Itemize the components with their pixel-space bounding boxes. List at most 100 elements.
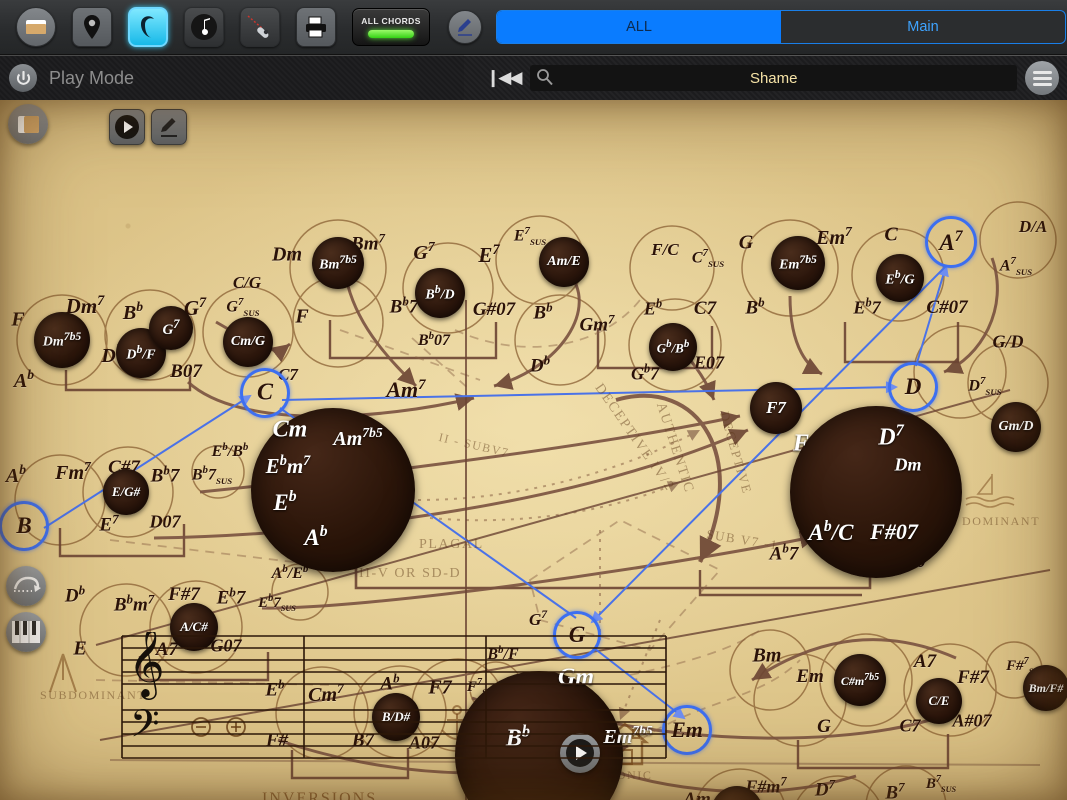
- chord-label[interactable]: D/A: [1019, 217, 1047, 237]
- chord-bubble[interactable]: Bb/D: [415, 268, 465, 318]
- chord-bubble[interactable]: Bm7b5: [312, 237, 364, 289]
- search-field[interactable]: Shame: [530, 65, 1017, 91]
- chord-label[interactable]: C#07: [926, 297, 967, 319]
- selected-chord-label[interactable]: D: [905, 374, 922, 400]
- chord-label[interactable]: A7SUS: [1000, 255, 1032, 277]
- selected-chord-label[interactable]: B: [16, 513, 31, 539]
- loop-button[interactable]: [6, 566, 46, 606]
- chord-label[interactable]: Bb7: [151, 462, 180, 487]
- chord-bubble[interactable]: Cm/G: [223, 317, 273, 367]
- rewind-icon[interactable]: ❙◀◀: [486, 68, 520, 88]
- book-button[interactable]: [8, 104, 48, 144]
- chord-label[interactable]: Bm: [753, 645, 782, 668]
- key-area-chord-label[interactable]: Ab/C: [809, 518, 854, 546]
- menu-icon[interactable]: [1025, 61, 1059, 95]
- chord-label[interactable]: G7: [529, 608, 547, 630]
- key-area-chord-label[interactable]: Ebm7: [266, 453, 311, 479]
- pencil-icon[interactable]: [448, 10, 482, 44]
- key-area-chord-label[interactable]: Dm: [895, 455, 922, 476]
- chord-bubble[interactable]: G7: [149, 306, 193, 350]
- chord-label[interactable]: Bb: [533, 299, 552, 324]
- harmony-map[interactable]: DECEPTIVE IV/2 AUTHENTIC DECEPTIVE SUB V…: [0, 100, 1067, 800]
- chord-label[interactable]: Fm7: [55, 459, 91, 485]
- chord-label[interactable]: B7SUS: [926, 774, 956, 794]
- key-area-chord-label[interactable]: Ab: [304, 523, 327, 551]
- chord-label[interactable]: G: [739, 232, 753, 255]
- chord-label[interactable]: Gb7: [631, 362, 659, 385]
- chord-label[interactable]: Ab: [6, 462, 26, 488]
- chord-label[interactable]: Bb07: [418, 330, 450, 350]
- chord-label[interactable]: Eb7: [217, 584, 246, 609]
- chord-label[interactable]: D7: [815, 776, 835, 800]
- chord-label[interactable]: F/C: [651, 240, 678, 260]
- key-area-chord-label[interactable]: Am7b5: [333, 425, 382, 451]
- chord-c-icon[interactable]: [128, 7, 168, 47]
- chord-label[interactable]: Gm7: [580, 311, 615, 336]
- key-area-chord-label[interactable]: Eb: [273, 488, 296, 516]
- chord-label[interactable]: C7: [694, 298, 716, 320]
- chord-label[interactable]: C: [884, 224, 897, 247]
- chord-label[interactable]: Bb7: [390, 293, 419, 318]
- all-chords-toggle[interactable]: ALL CHORDS: [352, 8, 430, 46]
- chord-label[interactable]: E07: [694, 353, 724, 374]
- chord-label[interactable]: Am7: [386, 377, 425, 403]
- key-area-chord-label[interactable]: D7: [878, 421, 904, 452]
- chord-bubble[interactable]: Bm/F#: [1023, 665, 1067, 711]
- selected-chord-label[interactable]: A7: [939, 228, 962, 256]
- chord-bubble[interactable]: Gb/Bb: [649, 323, 697, 371]
- chord-label[interactable]: F#7: [957, 667, 989, 689]
- chord-label[interactable]: C/G: [233, 273, 261, 293]
- key-area-circle[interactable]: [790, 406, 962, 578]
- chord-label[interactable]: Dm: [272, 244, 302, 267]
- edit-pencil-button[interactable]: [151, 109, 187, 145]
- chord-label[interactable]: A7: [914, 651, 936, 673]
- chord-label[interactable]: G#07: [473, 299, 515, 321]
- chord-label[interactable]: Bbm7: [114, 591, 154, 616]
- chord-label[interactable]: Db: [65, 582, 85, 607]
- music-note-icon[interactable]: [184, 7, 224, 47]
- chord-label[interactable]: G7SUS: [226, 296, 259, 318]
- tab-main[interactable]: Main: [781, 11, 1065, 43]
- chord-bubble[interactable]: Em7b5: [771, 236, 825, 290]
- chord-label[interactable]: C7: [899, 716, 920, 737]
- chord-label[interactable]: Eb: [644, 297, 662, 320]
- key-area-chord-label[interactable]: F#07: [870, 519, 918, 545]
- chord-label[interactable]: Em: [796, 666, 823, 688]
- chord-label[interactable]: F: [11, 309, 24, 332]
- laser-pointer-icon[interactable]: [240, 7, 280, 47]
- chord-bubble[interactable]: Eb/G: [876, 254, 924, 302]
- chord-label[interactable]: Eb7: [853, 296, 880, 319]
- chord-label[interactable]: C7SUS: [692, 247, 724, 269]
- chord-label[interactable]: Bb: [745, 294, 764, 319]
- chord-bubble[interactable]: F7: [750, 382, 802, 434]
- chord-label[interactable]: Bb7SUS: [192, 464, 232, 486]
- key-area-chord-label[interactable]: Cm: [273, 417, 308, 444]
- chord-label[interactable]: E7: [478, 242, 499, 268]
- printer-icon[interactable]: [296, 7, 336, 47]
- chord-label[interactable]: Ab7: [770, 540, 799, 565]
- chord-bubble[interactable]: Dm7b5: [34, 312, 90, 368]
- chord-bubble[interactable]: C#m7b5: [834, 654, 886, 706]
- chord-bubble[interactable]: E/G#: [103, 469, 149, 515]
- chord-label[interactable]: B7: [885, 779, 904, 800]
- chord-label[interactable]: G: [817, 716, 831, 738]
- chord-label[interactable]: G/D: [993, 332, 1024, 353]
- chord-label[interactable]: Em7: [816, 224, 852, 250]
- piano-button[interactable]: [6, 612, 46, 652]
- chord-label[interactable]: F: [295, 306, 308, 329]
- chord-label[interactable]: Ab: [14, 367, 34, 393]
- chord-label[interactable]: A#07: [952, 711, 991, 732]
- chord-label[interactable]: B07: [170, 361, 202, 383]
- key-area-chord-label[interactable]: F: [793, 431, 809, 458]
- chord-label[interactable]: E7SUS: [514, 225, 546, 247]
- chord-label[interactable]: E: [73, 638, 86, 661]
- power-icon[interactable]: [9, 64, 37, 92]
- folder-icon[interactable]: [16, 7, 56, 47]
- chord-bubble[interactable]: Gm/D: [991, 402, 1041, 452]
- tab-all[interactable]: ALL: [497, 11, 781, 43]
- chord-bubble[interactable]: C/E: [916, 678, 962, 724]
- chord-label[interactable]: Eb7SUS: [258, 593, 296, 613]
- chord-label[interactable]: Am: [683, 789, 710, 800]
- chord-label[interactable]: E7: [99, 511, 118, 536]
- view-mode-segmented-control[interactable]: ALL Main: [496, 10, 1066, 44]
